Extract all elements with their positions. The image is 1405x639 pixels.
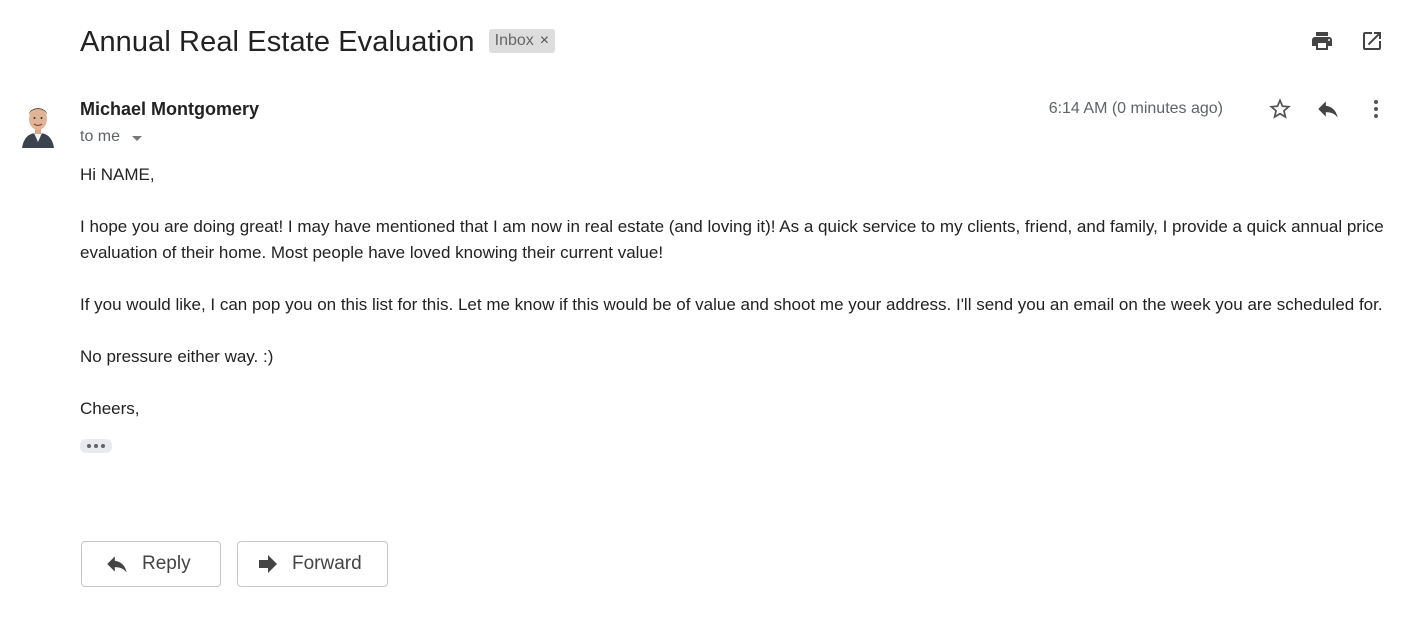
forward-arrow-icon	[259, 555, 277, 573]
email-closing: Cheers,	[80, 399, 140, 418]
star-outline-icon[interactable]	[1267, 96, 1293, 122]
label-chip-text: Inbox	[494, 32, 534, 49]
remove-label-icon[interactable]: ×	[540, 29, 549, 53]
email-greeting: Hi NAME,	[80, 165, 155, 184]
email-subject: Annual Real Estate Evaluation	[80, 25, 475, 58]
subject-row: Annual Real Estate Evaluation Inbox ×	[80, 22, 556, 62]
forward-button-label: Forward	[292, 553, 362, 574]
sender-name: Michael Montgomery	[80, 99, 260, 119]
open-in-new-icon[interactable]	[1359, 28, 1385, 54]
email-paragraph: I hope you are doing great! I may have m…	[80, 217, 1384, 262]
reply-button[interactable]: Reply	[81, 541, 221, 587]
recipient-details-toggle[interactable]: to me	[80, 128, 143, 146]
email-timestamp: 6:14 AM (0 minutes ago)	[1048, 100, 1223, 117]
inbox-label-chip[interactable]: Inbox ×	[488, 29, 556, 53]
ellipsis-dot	[94, 444, 98, 448]
reply-forward-bar: Reply Forward	[81, 541, 388, 587]
ellipsis-dot	[101, 444, 105, 448]
message-actions	[1267, 96, 1389, 122]
ellipsis-dot	[87, 444, 91, 448]
sender-avatar[interactable]	[18, 100, 58, 148]
recipient-label: to me	[80, 128, 121, 145]
chevron-down-icon[interactable]	[132, 135, 143, 141]
email-view: Annual Real Estate Evaluation Inbox × Mi…	[0, 0, 1405, 639]
email-paragraph: No pressure either way. :)	[80, 347, 274, 366]
reply-icon	[107, 556, 127, 573]
show-trimmed-content-button[interactable]	[80, 439, 112, 453]
email-paragraph: If you would like, I can pop you on this…	[80, 295, 1383, 314]
email-body: Hi NAME, I hope you are doing great! I m…	[80, 162, 1390, 456]
reply-icon[interactable]	[1315, 96, 1341, 122]
reply-button-label: Reply	[142, 553, 191, 574]
printer-icon[interactable]	[1309, 28, 1335, 54]
forward-button[interactable]: Forward	[237, 541, 388, 587]
more-vertical-icon[interactable]	[1363, 96, 1389, 122]
thread-actions	[1309, 28, 1385, 54]
